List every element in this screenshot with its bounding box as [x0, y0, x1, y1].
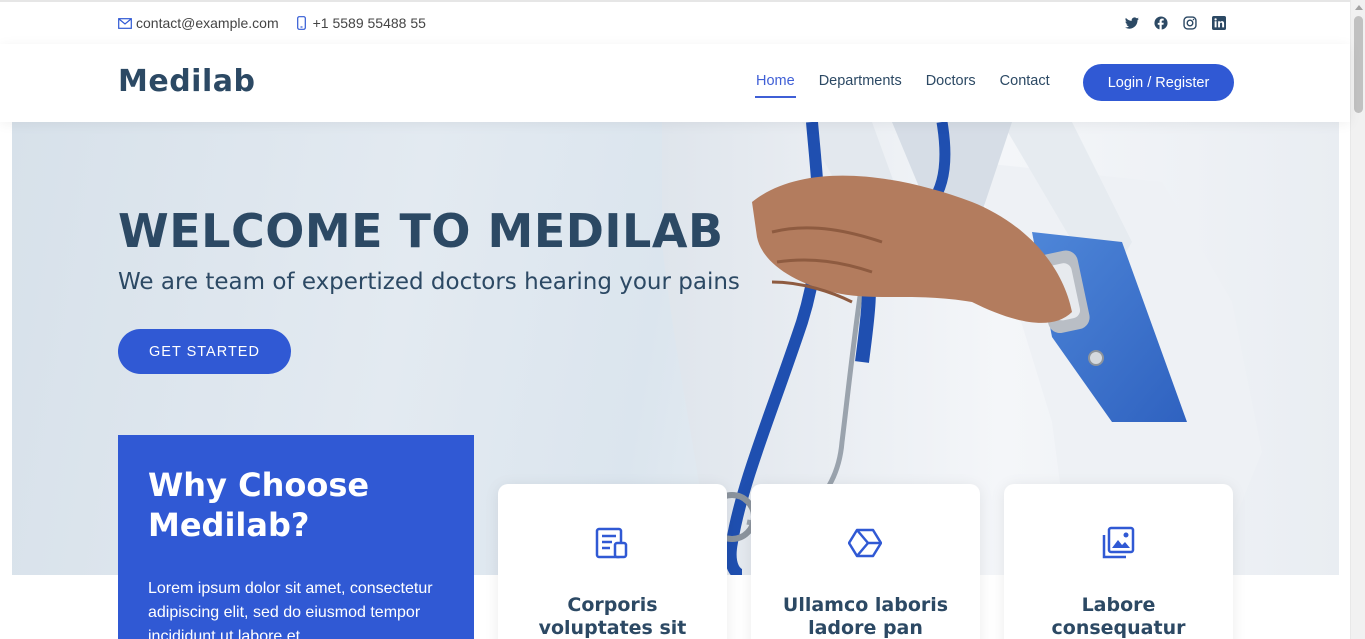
scrollbar-thumb[interactable] — [1354, 16, 1363, 113]
feature-card[interactable]: Corporis voluptates sit — [498, 484, 727, 639]
linkedin-icon[interactable] — [1212, 16, 1226, 30]
top-bar: contact@example.com +1 5589 55488 55 — [0, 0, 1350, 44]
site-header: Medilab Home Departments Doctors Contact… — [0, 44, 1350, 122]
contact-info: contact@example.com +1 5589 55488 55 — [118, 15, 426, 31]
card-title: Labore consequatur — [1051, 594, 1186, 639]
nav-item-departments[interactable]: Departments — [819, 73, 902, 95]
feature-card[interactable]: Ullamco laboris ladore pan — [751, 484, 980, 639]
phone-icon — [296, 16, 306, 30]
why-text: Lorem ipsum dolor sit amet, consectetur … — [148, 580, 433, 639]
instagram-icon[interactable] — [1183, 16, 1197, 30]
phone-text[interactable]: +1 5589 55488 55 — [313, 15, 426, 31]
hero-subtitle: We are team of expertized doctors hearin… — [118, 269, 740, 295]
receipt-icon — [595, 527, 628, 559]
card-title: Corporis voluptates sit — [538, 594, 687, 639]
images-icon — [1102, 526, 1135, 559]
why-title: Why Choose Medilab? — [148, 466, 370, 544]
page-scrollbar[interactable] — [1350, 0, 1365, 639]
scroll-up-arrow-icon[interactable] — [1355, 5, 1363, 10]
site-logo[interactable]: Medilab — [118, 64, 255, 99]
get-started-button[interactable]: GET STARTED — [118, 329, 291, 374]
twitter-icon[interactable] — [1125, 16, 1139, 30]
hexagon-cube-icon — [848, 528, 882, 558]
email-text[interactable]: contact@example.com — [136, 15, 279, 31]
main-nav: Home Departments Doctors Contact — [755, 73, 1074, 98]
facebook-icon[interactable] — [1154, 16, 1168, 30]
nav-item-home[interactable]: Home — [755, 73, 796, 98]
card-title: Ullamco laboris ladore pan — [782, 594, 949, 639]
envelope-icon — [118, 17, 132, 29]
why-choose-box: Why Choose Medilab? Lorem ipsum dolor si… — [118, 435, 474, 639]
feature-card[interactable]: Labore consequatur — [1004, 484, 1233, 639]
hero-title: WELCOME TO MEDILAB — [118, 204, 724, 258]
login-register-button[interactable]: Login / Register — [1083, 64, 1234, 101]
nav-item-contact[interactable]: Contact — [1000, 73, 1050, 95]
phone-info: +1 5589 55488 55 — [296, 15, 426, 31]
nav-item-doctors[interactable]: Doctors — [926, 73, 976, 95]
social-links — [1125, 16, 1226, 30]
